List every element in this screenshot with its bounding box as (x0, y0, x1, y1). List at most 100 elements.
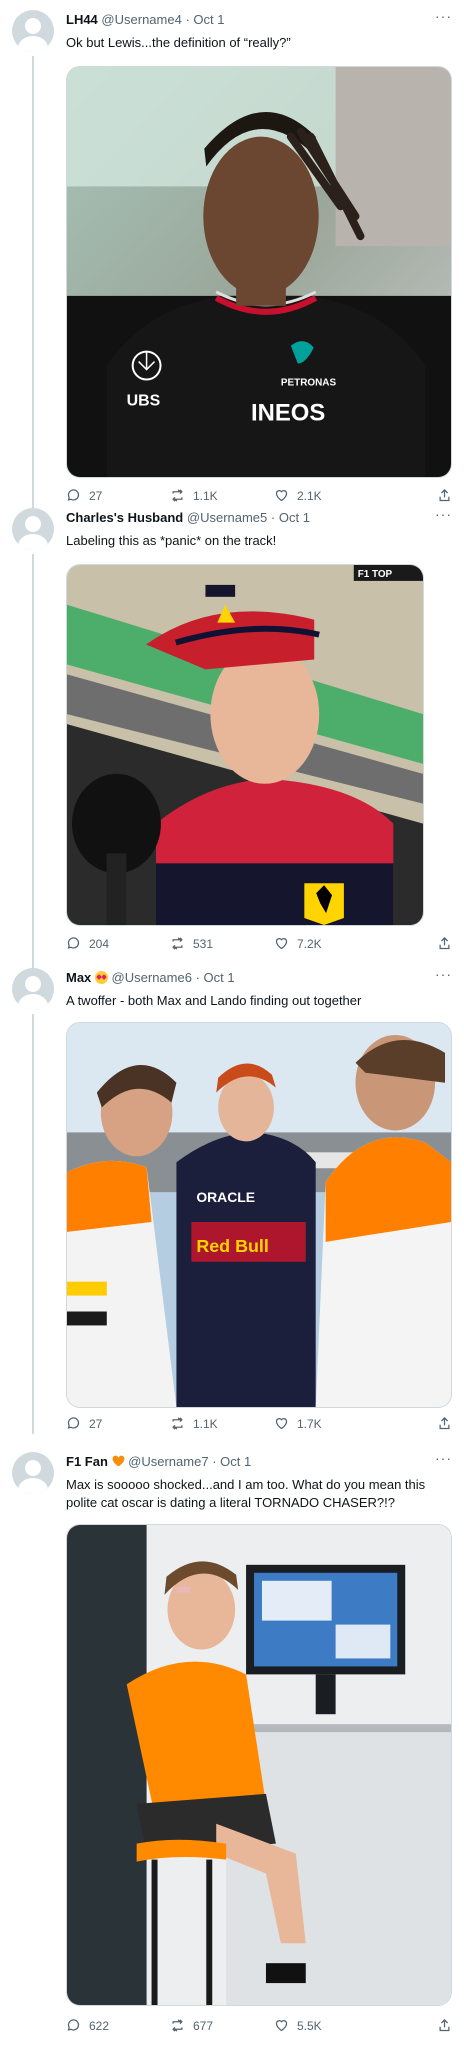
thread-line (32, 56, 34, 526)
retweet-button[interactable]: 677 (170, 2018, 213, 2033)
heart-icon (275, 1418, 288, 1430)
share-icon (439, 1416, 450, 1430)
avatar[interactable] (12, 1452, 54, 1494)
display-name[interactable]: Charles's Husband (66, 510, 183, 525)
heart-icon (275, 938, 288, 950)
retweet-count: 677 (193, 2018, 214, 2033)
like-count: 5.5K (297, 2018, 322, 2033)
retweet-icon (172, 489, 183, 502)
handle[interactable]: @Username6 (112, 970, 192, 985)
thread-line (32, 1014, 34, 1434)
tweet-text: Ok but Lewis...the definition of “really… (66, 35, 291, 50)
tweet-header: F1 Fan @Username7 · Oct 1 ··· (66, 1450, 452, 1474)
svg-text:UBS: UBS (127, 392, 161, 409)
tweet-text: Labeling this as *panic* on the track! (66, 533, 277, 548)
like-button[interactable]: 1.7K (274, 1416, 322, 1431)
display-name[interactable]: LH44 (66, 12, 98, 27)
tweet-header: LH44 @Username4 · Oct 1 ··· (66, 8, 452, 32)
reply-button[interactable]: 204 (66, 936, 109, 951)
reply-count: 27 (89, 1416, 103, 1431)
like-count: 1.7K (297, 1416, 322, 1431)
like-button[interactable]: 7.2K (274, 936, 322, 951)
heart-icon (275, 2020, 288, 2032)
action-bar: 27 1.1K 1.7K (66, 1416, 452, 1436)
timestamp[interactable]: Oct 1 (220, 1454, 251, 1469)
reply-count: 622 (89, 2018, 110, 2033)
tweet-text: A twoffer - both Max and Lando finding o… (66, 993, 362, 1008)
like-button[interactable]: 2.1K (274, 488, 322, 503)
share-icon (439, 936, 450, 950)
action-bar: 622 677 5.5K (66, 2018, 452, 2038)
media-image: UBS INEOS PETRONAS (67, 67, 451, 477)
display-name[interactable]: F1 Fan (66, 1454, 108, 1469)
tweet-2[interactable]: Charles's Husband @Username5 · Oct 1 ···… (0, 506, 464, 984)
more-options-button[interactable]: ··· (435, 8, 452, 24)
svg-text:ORACLE: ORACLE (196, 1189, 255, 1205)
heart-icon (275, 490, 288, 502)
retweet-count: 531 (193, 936, 214, 951)
timestamp[interactable]: Oct 1 (204, 970, 235, 985)
svg-text:INEOS: INEOS (251, 399, 325, 426)
reply-button[interactable]: 27 (66, 488, 102, 503)
more-options-button[interactable]: ··· (435, 1450, 452, 1466)
separator: · (270, 510, 276, 525)
media-image: F1 TOP (67, 565, 423, 925)
tweet-4[interactable]: F1 Fan @Username7 · Oct 1 ··· Max is soo… (0, 1450, 464, 2042)
more-options-button[interactable]: ··· (435, 966, 452, 982)
share-icon (439, 488, 450, 502)
avatar[interactable] (12, 508, 54, 550)
display-name[interactable]: Max (66, 970, 91, 985)
media-image (67, 1525, 451, 2005)
handle[interactable]: @Username4 (101, 12, 181, 27)
action-bar: 204 531 7.2K (66, 936, 452, 956)
reply-button[interactable]: 27 (66, 1416, 102, 1431)
retweet-button[interactable]: 1.1K (170, 1416, 218, 1431)
reply-icon (67, 937, 80, 949)
share-button[interactable] (437, 1416, 452, 1431)
reply-count: 27 (89, 488, 103, 503)
action-bar: 27 1.1K 2.1K (66, 488, 452, 508)
thread-line (32, 554, 34, 984)
like-count: 7.2K (297, 936, 322, 951)
tweet-media[interactable] (66, 1524, 452, 2006)
retweet-icon (172, 937, 183, 950)
share-button[interactable] (437, 488, 452, 503)
avatar[interactable] (12, 10, 54, 52)
separator: · (185, 12, 190, 27)
handle[interactable]: @Username7 (128, 1454, 208, 1469)
svg-text:Red Bull: Red Bull (196, 1236, 269, 1256)
timestamp[interactable]: Oct 1 (279, 510, 310, 525)
tweet-media[interactable]: ORACLE Red Bull (66, 1022, 452, 1408)
tweet-media[interactable]: UBS INEOS PETRONAS (66, 66, 452, 478)
like-count: 2.1K (297, 488, 322, 503)
timestamp[interactable]: Oct 1 (193, 12, 224, 27)
media-badge: F1 TOP (358, 569, 393, 580)
share-button[interactable] (437, 936, 452, 951)
share-button[interactable] (437, 2018, 452, 2033)
tweet-text: Max is sooooo shocked...and I am too. Wh… (66, 1477, 426, 1510)
avatar[interactable] (12, 968, 54, 1010)
orange-heart-emoji-icon (112, 1455, 125, 1467)
reply-count: 204 (89, 936, 110, 951)
tweet-media[interactable]: F1 TOP (66, 564, 424, 926)
reply-icon (67, 1417, 80, 1429)
separator: · (212, 1454, 217, 1469)
reply-icon (67, 2019, 80, 2031)
heart-eyes-emoji-icon (94, 971, 108, 984)
reply-icon (67, 489, 80, 501)
more-options-button[interactable]: ··· (435, 506, 452, 522)
share-icon (439, 2018, 450, 2032)
tweet-3[interactable]: Max @Username6 · Oct 1 ··· A twoffer - b… (0, 966, 464, 1434)
like-button[interactable]: 5.5K (274, 2018, 322, 2033)
retweet-button[interactable]: 1.1K (170, 488, 218, 503)
svg-text:PETRONAS: PETRONAS (281, 377, 337, 388)
retweet-count: 1.1K (193, 488, 218, 503)
handle[interactable]: @Username5 (187, 510, 267, 525)
reply-button[interactable]: 622 (66, 2018, 109, 2033)
separator: · (195, 970, 200, 985)
tweet-header: Charles's Husband @Username5 · Oct 1 ··· (66, 506, 452, 530)
tweet-1[interactable]: LH44 @Username4 · Oct 1 ··· Ok but Lewis… (0, 8, 464, 526)
tweet-header: Max @Username6 · Oct 1 ··· (66, 966, 452, 990)
retweet-count: 1.1K (193, 1416, 218, 1431)
retweet-button[interactable]: 531 (170, 936, 213, 951)
